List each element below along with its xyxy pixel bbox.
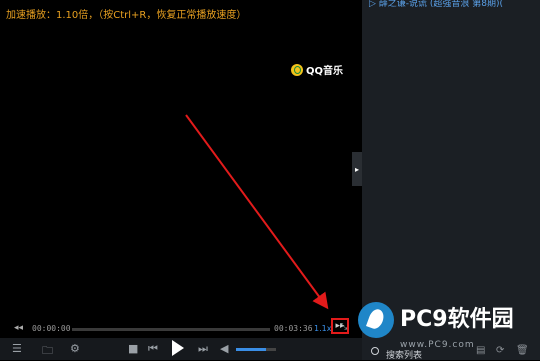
volume-slider-fill (236, 348, 266, 351)
settings-icon[interactable]: ⚙ (70, 342, 80, 355)
refresh-icon[interactable]: ⟳ (496, 345, 504, 356)
stop-icon[interactable]: ■ (128, 342, 138, 355)
volume-icon[interactable]: ◀ (220, 342, 228, 355)
qq-music-icon (291, 63, 303, 76)
qq-music-logo-text: QQ音乐 (306, 66, 344, 77)
watermark-title: PC9软件园 (400, 307, 514, 332)
playback-speed[interactable]: 1.1x (314, 324, 331, 333)
progress-row: ◂◂ 00:00:00 00:03:36 1.1x (0, 320, 362, 338)
delete-icon[interactable]: 🗑 (516, 345, 529, 356)
fullscreen-icon[interactable]: ⤡ (340, 322, 347, 332)
video-area[interactable] (0, 0, 362, 320)
qq-music-logo: QQ音乐 (291, 62, 343, 77)
menu-icon[interactable]: ☰ (12, 342, 22, 355)
folder-icon[interactable]: 🗀 (42, 342, 53, 361)
control-bar: ☰ 🗀 ⚙ ■ ⏮ ⏭ ◀ (0, 338, 362, 360)
elapsed-time: 00:00:00 (32, 324, 71, 333)
volume-slider[interactable] (236, 348, 276, 351)
play-button[interactable] (172, 340, 184, 356)
watermark: PC9软件园 (358, 302, 514, 338)
playlist-item[interactable]: ▷ 薛之谦-说谎 (超强音浪 第8期)( (369, 0, 503, 9)
seek-bar[interactable] (72, 328, 270, 331)
playlist-tool-icon[interactable]: ▤ (476, 345, 485, 356)
rewind-icon[interactable]: ◂◂ (14, 323, 23, 333)
speed-osd-message: 加速播放：1.10倍，（按Ctrl+R，恢复正常播放速度） (6, 10, 247, 21)
pc9-logo-icon (358, 302, 394, 338)
previous-icon[interactable]: ⏮ (148, 342, 158, 356)
watermark-url: www.PC9.com (400, 340, 475, 350)
next-icon[interactable]: ⏭ (198, 342, 208, 356)
search-icon (371, 347, 379, 355)
duration-time: 00:03:36 (274, 324, 313, 333)
sidebar-collapse-button[interactable]: ▸ (352, 152, 362, 186)
